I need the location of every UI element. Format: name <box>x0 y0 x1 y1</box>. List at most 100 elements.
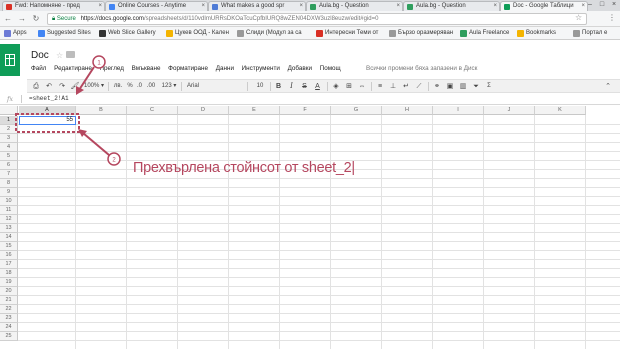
row-header-19[interactable]: 19 <box>0 278 18 287</box>
spreadsheet-grid[interactable]: A B C D E F G H I J K 1 2 3 4 5 6 7 8 9 10 11 12 13 14 15 16 17 18 19… <box>0 106 620 349</box>
row-header-24[interactable]: 24 <box>0 323 18 332</box>
bookmark-portal[interactable]: Портал е <box>573 29 607 38</box>
row-header-15[interactable]: 15 <box>0 242 18 251</box>
vertical-align-icon[interactable]: ⊥ <box>388 81 398 92</box>
increase-decimal-button[interactable]: .00 <box>145 81 157 92</box>
menu-file[interactable]: Файл <box>31 64 46 74</box>
menu-help[interactable]: Помощ <box>320 64 341 74</box>
filter-icon[interactable]: ⏷ <box>471 81 481 92</box>
align-left-icon[interactable]: ≡ <box>375 81 385 92</box>
row-header-2[interactable]: 2 <box>0 125 18 134</box>
row-header-21[interactable]: 21 <box>0 296 18 305</box>
bookmark-aula-freelance[interactable]: Aula Freelance <box>460 29 509 38</box>
text-wrap-icon[interactable]: ↵ <box>401 81 411 92</box>
row-header-22[interactable]: 22 <box>0 305 18 314</box>
browser-tab-2[interactable]: Online Courses - Anytime × <box>105 1 208 11</box>
column-header-f[interactable]: F <box>280 106 331 115</box>
browser-tab-1[interactable]: Fwd: Напомняне - пред × <box>2 1 105 11</box>
row-header-5[interactable]: 5 <box>0 152 18 161</box>
menu-insert[interactable]: Вмъкване <box>132 64 161 74</box>
browser-menu-icon[interactable]: ⋮ <box>608 13 616 22</box>
menu-data[interactable]: Данни <box>216 64 234 74</box>
row-header-14[interactable]: 14 <box>0 233 18 242</box>
menu-addons[interactable]: Добавки <box>288 64 312 74</box>
strikethrough-button[interactable]: S <box>300 81 309 92</box>
cell-a1-selected[interactable]: 55 <box>19 116 76 125</box>
close-tab-icon[interactable]: × <box>299 2 303 11</box>
sheets-logo[interactable] <box>0 44 20 76</box>
url-input[interactable]: 🔒︎ Secure https://docs.google.com/spread… <box>47 13 587 25</box>
menu-view[interactable]: Преглед <box>100 64 124 74</box>
functions-icon[interactable]: Σ <box>484 81 494 92</box>
percent-button[interactable]: % <box>126 81 134 92</box>
decrease-decimal-button[interactable]: .0 <box>135 81 144 92</box>
menu-format[interactable]: Форматиране <box>168 64 208 74</box>
insert-link-icon[interactable]: ⚭ <box>432 81 442 92</box>
bookmark-web-slice[interactable]: Web Slice Gallery <box>99 29 156 38</box>
close-tab-icon[interactable]: × <box>396 2 400 11</box>
redo-icon[interactable]: ↷ <box>57 81 67 92</box>
browser-tab-3[interactable]: What makes a good spr × <box>208 1 306 11</box>
bookmark-apps[interactable]: Apps <box>4 29 27 38</box>
menu-tools[interactable]: Инструменти <box>242 64 280 74</box>
insert-chart-icon[interactable]: ▥ <box>458 81 468 92</box>
row-header-12[interactable]: 12 <box>0 215 18 224</box>
column-header-j[interactable]: J <box>484 106 535 115</box>
select-all-corner[interactable] <box>0 106 18 115</box>
column-header-h[interactable]: H <box>382 106 433 115</box>
column-header-k[interactable]: K <box>535 106 586 115</box>
close-tab-icon[interactable]: × <box>98 2 102 11</box>
browser-tab-6-active[interactable]: Doc - Google Таблици × <box>500 1 588 11</box>
column-header-e[interactable]: E <box>229 106 280 115</box>
forward-icon[interactable]: → <box>17 14 27 24</box>
row-header-13[interactable]: 13 <box>0 224 18 233</box>
back-icon[interactable]: ← <box>3 14 13 24</box>
browser-tab-4[interactable]: Aula.bg - Question × <box>306 1 403 11</box>
row-header-16[interactable]: 16 <box>0 251 18 260</box>
bookmark-suggested-sites[interactable]: Suggested Sites <box>38 29 91 38</box>
column-header-i[interactable]: I <box>433 106 484 115</box>
undo-icon[interactable]: ↶ <box>44 81 54 92</box>
bookmark-calendar[interactable]: Цукев ООД - Кален <box>166 29 229 38</box>
fill-color-icon[interactable]: ◈ <box>331 81 341 92</box>
column-header-d[interactable]: D <box>178 106 229 115</box>
row-header-3[interactable]: 3 <box>0 134 18 143</box>
text-rotate-icon[interactable]: ⟋ <box>414 81 424 92</box>
row-header-11[interactable]: 11 <box>0 206 18 215</box>
print-icon[interactable]: ⎙ <box>31 81 41 92</box>
menu-edit[interactable]: Редактиране <box>54 64 92 74</box>
column-header-g[interactable]: G <box>331 106 382 115</box>
bookmark-resize[interactable]: Бързо оразмеряван <box>389 29 453 38</box>
row-header-8[interactable]: 8 <box>0 179 18 188</box>
merge-cells-icon[interactable]: ⇔ <box>357 81 367 92</box>
row-header-4[interactable]: 4 <box>0 143 18 152</box>
row-header-18[interactable]: 18 <box>0 269 18 278</box>
close-tab-icon[interactable]: × <box>201 2 205 11</box>
column-header-a[interactable]: A <box>19 106 76 115</box>
star-icon[interactable]: ☆ <box>56 51 63 60</box>
row-header-9[interactable]: 9 <box>0 188 18 197</box>
bookmark-star-icon[interactable]: ☆ <box>575 13 582 22</box>
font-size-select[interactable]: 10 <box>253 81 267 92</box>
row-header-10[interactable]: 10 <box>0 197 18 206</box>
maximize-button[interactable]: □ <box>596 0 608 11</box>
reload-icon[interactable]: ↻ <box>31 14 41 24</box>
row-header-17[interactable]: 17 <box>0 260 18 269</box>
row-header-7[interactable]: 7 <box>0 170 18 179</box>
bookmark-bookmarks[interactable]: Bookmarks <box>517 29 556 38</box>
insert-comment-icon[interactable]: ▣ <box>445 81 455 92</box>
formula-input[interactable]: =sheet_2!A1 <box>29 95 69 102</box>
more-formats-button[interactable]: 123 ▾ <box>160 81 178 92</box>
close-window-button[interactable]: × <box>608 0 620 11</box>
bookmark-topics[interactable]: Интересни Теми от <box>316 29 378 38</box>
currency-button[interactable]: лв. <box>112 81 124 92</box>
row-header-23[interactable]: 23 <box>0 314 18 323</box>
font-family-select[interactable]: Arial <box>187 81 231 92</box>
zoom-select[interactable]: 100% ▾ <box>83 81 105 92</box>
row-header-6[interactable]: 6 <box>0 161 18 170</box>
column-header-c[interactable]: C <box>127 106 178 115</box>
row-header-20[interactable]: 20 <box>0 287 18 296</box>
row-header-1[interactable]: 1 <box>0 116 18 125</box>
collapse-toolbar-icon[interactable]: ⌃ <box>603 81 613 92</box>
column-header-b[interactable]: B <box>76 106 127 115</box>
